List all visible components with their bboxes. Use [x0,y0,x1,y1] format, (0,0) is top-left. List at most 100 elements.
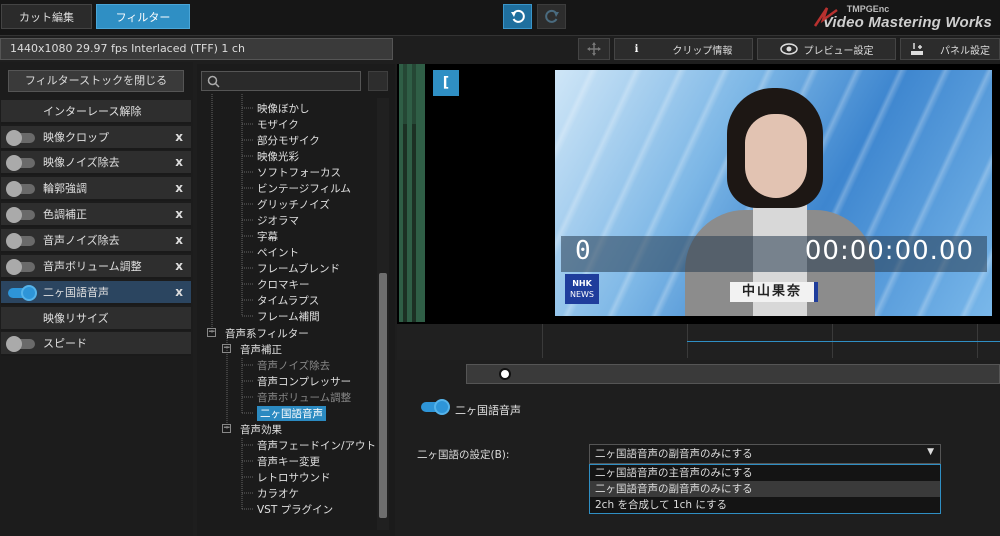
tree-item[interactable]: フレームブレンド [257,261,340,276]
panel-layout-icon [911,43,923,55]
brand-logo-icon [813,7,838,27]
tree-item[interactable]: 映像ぼかし [257,101,310,116]
filter-enable-toggle[interactable] [421,399,450,415]
tree-group[interactable]: 音声補正 [240,342,282,357]
filter-item[interactable]: 二ヶ国語音声 x [1,281,191,305]
tree-group[interactable]: 音声系フィルター [225,326,309,341]
remove-filter-icon[interactable]: x [175,233,183,247]
filter-item[interactable]: 色調補正 x [1,203,191,227]
move-arrows-icon [587,42,601,56]
tree-item[interactable]: ジオラマ [257,213,299,228]
tree-scrollbar[interactable] [377,98,389,530]
filter-toggle[interactable] [6,259,35,275]
filter-toggle[interactable] [6,155,35,171]
dropdown-option[interactable]: 2ch を合成して 1ch にする [590,497,940,513]
filter-item[interactable]: 映像クロップ x [1,126,191,150]
tab-filter[interactable]: フィルター [96,4,190,29]
filter-toggle[interactable] [6,336,35,352]
filter-item[interactable]: スピード [1,332,191,356]
filter-item-label: 映像クロップ [43,131,109,144]
tree-item[interactable]: グリッチノイズ [257,197,330,212]
tree-item[interactable]: モザイク [257,117,299,132]
news-logo-top: NHK [572,279,592,288]
tree-item[interactable]: 音声キー変更 [257,454,320,469]
dropdown-option-list: 二ヶ国語音声の主音声のみにする 二ヶ国語音声の副音声のみにする 2ch を合成し… [589,464,941,514]
filter-item[interactable]: 映像リサイズ [1,307,191,331]
seek-handle[interactable] [499,368,511,380]
filter-item-label: 色調補正 [43,208,87,221]
tree-item[interactable]: カラオケ [257,486,299,501]
preview-settings-button[interactable]: プレビュー設定 [757,38,896,60]
remove-filter-icon[interactable]: x [175,181,183,195]
move-button[interactable] [578,38,610,60]
chevron-down-icon: ▼ [927,447,934,457]
filter-item-label: 映像ノイズ除去 [43,156,120,169]
tree-collapse-icon[interactable]: − [222,344,231,353]
frame-number: 0 [575,236,591,266]
clip-info-label: クリップ情報 [672,45,733,57]
filter-toggle[interactable] [6,233,35,249]
tree-item[interactable]: 二ヶ国語音声 [257,406,326,421]
tree-item[interactable]: ビンテージフィルム [257,181,351,196]
tree-item[interactable]: 音声ボリューム調整 [257,390,351,405]
filter-item[interactable]: 音声ノイズ除去 x [1,229,191,253]
undo-icon [510,9,525,23]
preview-area[interactable]: [ 0 00:00:00.00 NHK NEWS 中山果奈 [397,64,1000,324]
filter-toggle[interactable] [6,181,35,197]
tree-collapse-icon[interactable]: − [207,328,216,337]
tree-item[interactable]: フレーム補間 [257,309,320,324]
tree-collapse-icon[interactable]: − [222,424,231,433]
tree-item[interactable]: 部分モザイク [257,133,320,148]
undo-button[interactable] [503,4,532,29]
remove-filter-icon[interactable]: x [175,155,183,169]
tab-cut-edit[interactable]: カット編集 [1,4,92,29]
panel-settings-button[interactable]: パネル設定 [900,38,1000,60]
filter-toggle[interactable] [8,285,37,301]
tree-item[interactable]: 音声フェードイン/アウト [257,438,376,453]
audio-level-meter [399,64,425,322]
tree-item[interactable]: タイムラプス [257,293,319,308]
filter-item[interactable]: 輪郭強調 x [1,177,191,201]
tree-item[interactable]: クロマキー [257,277,310,292]
filter-item-label: インターレース解除 [43,105,142,118]
filter-item-label: 二ヶ国語音声 [43,286,109,299]
close-filter-stock-button[interactable]: フィルターストックを閉じる [8,70,184,92]
filter-toggle[interactable] [6,130,35,146]
redo-button[interactable] [537,4,566,29]
dropdown-option-selected[interactable]: 二ヶ国語音声の副音声のみにする [590,481,940,497]
tree-group[interactable]: 音声効果 [240,422,282,437]
remove-filter-icon[interactable]: x [175,259,183,273]
remove-filter-icon[interactable]: x [175,285,183,299]
tree-item[interactable]: 音声ノイズ除去 [257,358,330,373]
preview-settings-label: プレビュー設定 [803,45,874,57]
tree-item[interactable]: 字幕 [257,229,278,244]
top-bar: カット編集 フィルター TMPGEnc Video Mastering Work… [0,0,1000,36]
filter-item[interactable]: 音声ボリューム調整 x [1,255,191,279]
tree-item[interactable]: ペイント [257,245,299,260]
tree-item[interactable]: ソフトフォーカス [257,165,341,180]
bilingual-setting-select[interactable]: 二ヶ国語音声の副音声のみにする ▼ [589,444,941,464]
filter-item[interactable]: 映像ノイズ除去 x [1,151,191,175]
presenter-face [745,114,807,198]
caption-name: 中山果奈 [730,282,818,302]
filter-item[interactable]: インターレース解除 [1,100,191,124]
brand-line2: Video Mastering Works [822,14,992,31]
remove-filter-icon[interactable]: x [175,207,183,221]
filter-item-label: 映像リサイズ [43,312,109,325]
timeline-track[interactable] [397,324,1000,360]
tree-item[interactable]: VST プラグイン [257,502,333,517]
tree-item[interactable]: 音声コンプレッサー [257,374,351,389]
info-icon: i [634,43,639,55]
clip-info-button[interactable]: i クリップ情報 [614,38,753,60]
bracket-toggle-button[interactable]: [ [433,70,459,96]
filter-item-label: 音声ボリューム調整 [43,260,142,273]
seek-bar[interactable] [466,364,1000,384]
filter-item-label: スピード [43,337,87,350]
tree-item[interactable]: 映像光彩 [257,149,299,164]
filter-properties-panel: 二ヶ国語音声 二ヶ国語の設定(B): 二ヶ国語音声の副音声のみにする ▼ 二ヶ国… [397,392,1000,536]
dropdown-option[interactable]: 二ヶ国語音声の主音声のみにする [590,465,940,481]
filter-toggle[interactable] [6,207,35,223]
tree-item[interactable]: レトロサウンド [257,470,331,485]
scrollbar-thumb[interactable] [379,273,387,518]
remove-filter-icon[interactable]: x [175,130,183,144]
